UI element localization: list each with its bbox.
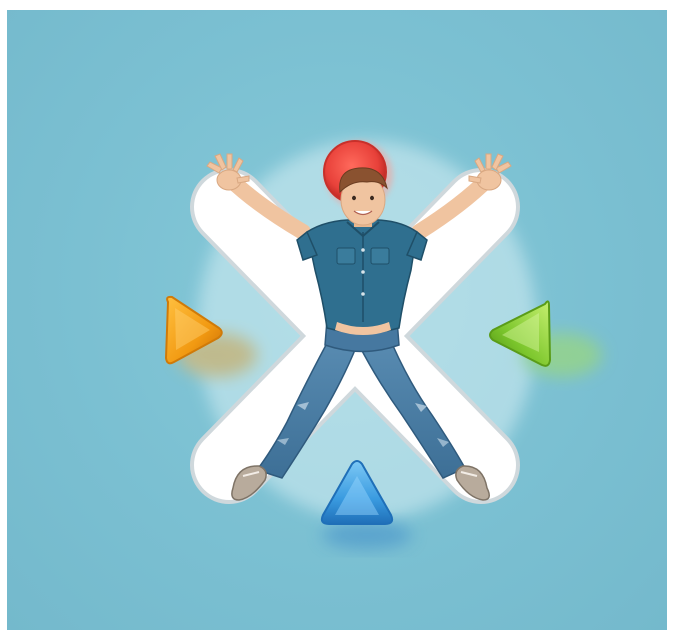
scene-canvas bbox=[165, 140, 602, 549]
photo-frame bbox=[7, 10, 667, 630]
